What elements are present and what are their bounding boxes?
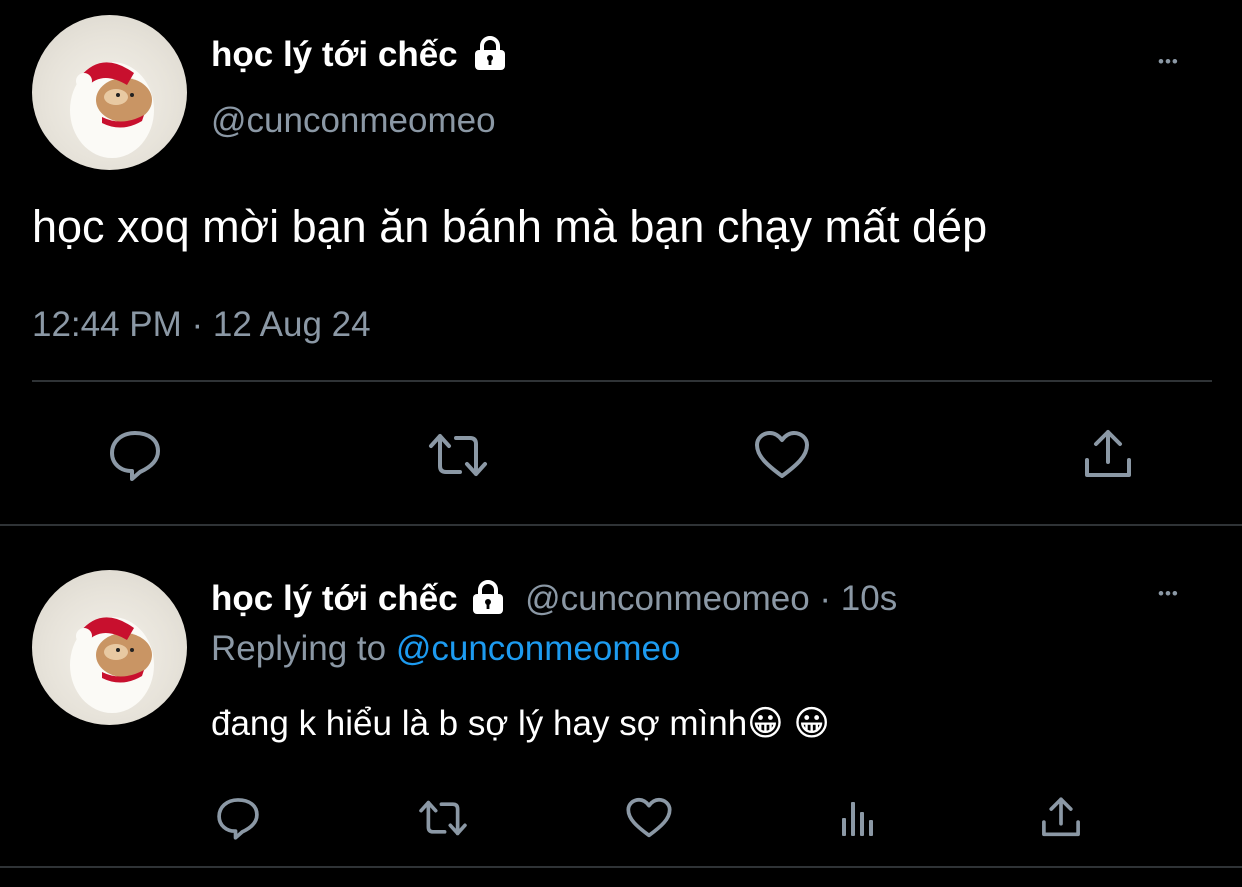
reply-like-button[interactable] [621, 790, 677, 846]
reply-icon [217, 798, 259, 840]
replying-to: Replying to @cunconmeomeo [211, 628, 680, 670]
reply-button[interactable] [100, 420, 170, 490]
section-divider [0, 524, 1242, 526]
replying-to-handle[interactable]: @cunconmeomeo [396, 629, 681, 668]
bottom-divider [0, 866, 1242, 868]
reply-avatar[interactable] [32, 570, 187, 725]
lock-icon [475, 35, 506, 70]
avatar-image [70, 617, 154, 713]
reply-header: học lý tới chếc @cunconmeomeo · 10s [211, 578, 897, 620]
more-options-button[interactable]: ••• [1158, 52, 1179, 72]
display-name[interactable]: học lý tới chếc [211, 34, 509, 76]
lock-icon [473, 579, 504, 614]
reply-icon [110, 431, 160, 481]
share-button[interactable] [1073, 420, 1143, 490]
divider [32, 380, 1212, 382]
reply-analytics-button[interactable] [828, 790, 884, 846]
handle[interactable]: @cunconmeomeo [211, 100, 496, 142]
reply-handle-time[interactable]: @cunconmeomeo · 10s [525, 579, 897, 618]
reply-more-options-button[interactable]: ••• [1158, 584, 1179, 604]
analytics-icon [842, 802, 873, 836]
retweet-button[interactable] [423, 420, 493, 490]
tweet-text: học xoq mời bạn ăn bánh mà bạn chạy mất … [32, 201, 988, 252]
like-button[interactable] [747, 420, 817, 490]
reply-share-button[interactable] [1033, 790, 1089, 846]
like-icon [626, 797, 672, 838]
timestamp[interactable]: 12:44 PM · 12 Aug 24 [32, 304, 371, 346]
replying-to-label: Replying to [211, 629, 387, 668]
share-icon [1085, 430, 1131, 477]
avatar[interactable] [32, 15, 187, 170]
avatar-image [70, 62, 154, 158]
reply-reply-button[interactable] [210, 790, 266, 846]
like-icon [755, 431, 809, 478]
reply-text: đang k hiểu là b sợ lý hay sợ mình😀 😀 [211, 704, 830, 743]
reply-display-name[interactable]: học lý tới chếc [211, 579, 458, 618]
retweet-icon [429, 434, 487, 476]
share-icon [1042, 797, 1080, 837]
retweet-icon [419, 800, 467, 836]
reply-retweet-button[interactable] [415, 790, 471, 846]
